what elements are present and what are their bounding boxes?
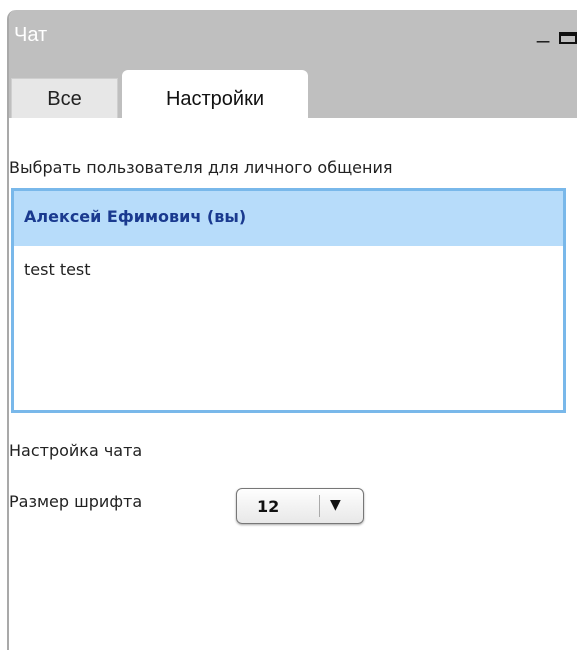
maximize-icon[interactable] bbox=[559, 32, 577, 44]
font-size-select[interactable]: 12 ▼ bbox=[236, 488, 364, 524]
user-list-item[interactable]: test test bbox=[14, 246, 563, 301]
users-section-label: Выбрать пользователя для личного общения bbox=[9, 158, 393, 177]
users-list[interactable]: Алексей Ефимович (вы) test test bbox=[11, 188, 566, 413]
user-list-item-selected[interactable]: Алексей Ефимович (вы) bbox=[14, 191, 563, 246]
select-divider bbox=[319, 495, 320, 517]
chat-settings-label: Настройка чата bbox=[9, 441, 143, 460]
tab-settings-label: Настройки bbox=[165, 88, 265, 110]
minimize-button[interactable]: _ bbox=[537, 20, 549, 42]
tab-settings[interactable]: Настройки bbox=[122, 70, 308, 120]
user-name: Алексей Ефимович (вы) bbox=[24, 207, 247, 226]
settings-panel: Выбрать пользователя для личного общения… bbox=[9, 118, 577, 650]
chevron-down-icon[interactable]: ▼ bbox=[330, 497, 341, 513]
tab-all[interactable]: Все bbox=[11, 78, 118, 119]
font-size-label: Размер шрифта bbox=[9, 492, 143, 511]
user-name: test test bbox=[24, 260, 91, 279]
tab-all-label: Все bbox=[47, 88, 82, 110]
chat-window: Чат _ Все Настройки Выбрать пользователя… bbox=[7, 10, 577, 650]
font-size-value: 12 bbox=[257, 497, 280, 516]
window-title: Чат bbox=[14, 24, 48, 46]
window-titlebar[interactable]: Чат _ Все Настройки bbox=[9, 10, 577, 120]
